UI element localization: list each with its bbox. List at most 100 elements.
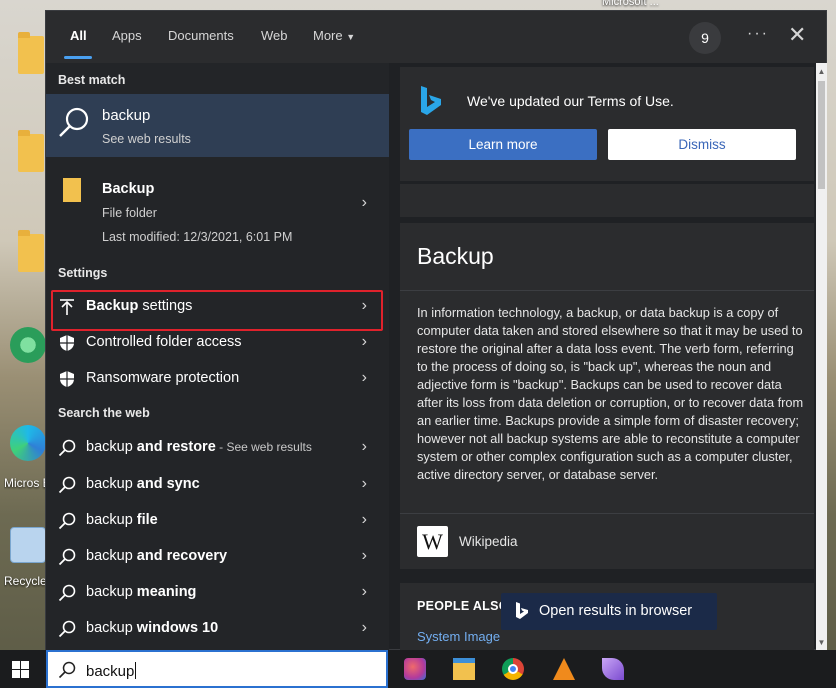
chevron-right-icon[interactable]: ›: [362, 194, 367, 212]
preview-description: In information technology, a backup, or …: [417, 305, 804, 482]
scroll-up-icon[interactable]: ▲: [816, 67, 827, 76]
dismiss-button[interactable]: Dismiss: [608, 129, 796, 160]
chevron-right-icon[interactable]: ›: [362, 619, 367, 637]
chevron-right-icon[interactable]: ›: [362, 511, 367, 529]
windows-start-icon[interactable]: [12, 661, 29, 678]
web-suggestion-item[interactable]: backup windows 10 ›: [46, 611, 389, 647]
chevron-right-icon[interactable]: ›: [362, 583, 367, 601]
preview-divider-strip: [400, 184, 814, 217]
chrome-icon[interactable]: [502, 658, 524, 680]
search-icon: [58, 476, 76, 494]
tab-web[interactable]: Web: [261, 28, 288, 43]
edge-icon[interactable]: [10, 425, 46, 461]
results-list: Best match backup See web results Backup…: [46, 63, 389, 651]
divider: [400, 290, 814, 291]
best-match-item[interactable]: backup See web results: [46, 94, 389, 157]
settings-item-label: Backup settings: [86, 298, 193, 314]
source-link[interactable]: Wikipedia: [459, 534, 518, 549]
terms-notice-text: We've updated our Terms of Use.: [467, 93, 674, 109]
chevron-down-icon: ▼: [346, 32, 356, 42]
desktop-icons: Micros Edge Recycle: [0, 0, 50, 650]
close-icon[interactable]: ✕: [788, 23, 806, 47]
edge-label: Micros Edge: [4, 476, 50, 490]
wikipedia-logo-icon: W: [417, 526, 448, 557]
preview-title: Backup: [417, 243, 494, 269]
settings-item-backup[interactable]: Backup settings ›: [46, 289, 389, 331]
web-suggestion-label: backup meaning: [86, 584, 197, 600]
preview-pane: We've updated our Terms of Use. Learn mo…: [400, 63, 814, 651]
search-input[interactable]: backup: [86, 662, 137, 680]
chevron-right-icon[interactable]: ›: [362, 547, 367, 565]
web-suggestion-item[interactable]: backup file ›: [46, 503, 389, 539]
scroll-down-icon[interactable]: ▼: [816, 638, 827, 647]
chevron-right-icon[interactable]: ›: [362, 333, 367, 351]
desktop-shortcut-label: Microsoft ...: [602, 0, 659, 8]
recycle-bin-icon[interactable]: [10, 527, 46, 563]
scroll-thumb[interactable]: [818, 81, 825, 189]
search-icon: [58, 584, 76, 602]
chrome-center: [508, 664, 518, 674]
tab-all[interactable]: All: [70, 28, 87, 43]
tab-more-label: More: [313, 28, 343, 43]
shield-icon: [60, 335, 74, 351]
preview-scrollbar[interactable]: ▲ ▼: [816, 63, 827, 651]
learn-more-button[interactable]: Learn more: [409, 129, 597, 160]
folder-icon: [63, 178, 81, 202]
tab-apps[interactable]: Apps: [112, 28, 142, 43]
open-results-label: Open results in browser: [539, 603, 693, 619]
bing-icon: [421, 86, 441, 115]
settings-item-controlled-folder-access[interactable]: Controlled folder access ›: [46, 325, 389, 361]
tab-more[interactable]: More ▼: [313, 28, 355, 43]
chevron-right-icon[interactable]: ›: [362, 297, 367, 315]
taskbar-search-box[interactable]: backup: [46, 650, 388, 688]
vlc-icon[interactable]: [553, 658, 575, 680]
search-icon: [58, 661, 76, 679]
web-suggestion-item[interactable]: backup and restore - See web results ›: [46, 430, 389, 466]
tab-documents[interactable]: Documents: [168, 28, 234, 43]
web-suggestion-label: backup and sync: [86, 476, 200, 492]
desktop-folder-icon[interactable]: [18, 32, 44, 74]
desktop-folder-icon[interactable]: [18, 230, 44, 272]
web-suggestion-item[interactable]: backup and recovery ›: [46, 539, 389, 575]
desktop-folder-icon[interactable]: [18, 130, 44, 172]
file-explorer-icon[interactable]: [453, 658, 475, 680]
search-icon: [58, 620, 76, 638]
people-also-heading: PEOPLE ALSO: [417, 599, 509, 613]
best-match-subtitle: See web results: [102, 132, 191, 146]
chevron-right-icon[interactable]: ›: [362, 438, 367, 456]
rewards-badge[interactable]: 9: [689, 22, 721, 54]
folder-result-modified: Last modified: 12/3/2021, 6:01 PM: [102, 230, 293, 244]
web-suggestion-item[interactable]: backup and sync ›: [46, 467, 389, 503]
wikipedia-card: Backup In information technology, a back…: [400, 223, 814, 651]
settings-item-label: Ransomware protection: [86, 370, 240, 386]
paint-3d-icon[interactable]: [404, 658, 426, 680]
settings-heading: Settings: [58, 266, 108, 280]
open-results-in-browser-button[interactable]: Open results in browser: [501, 593, 717, 630]
bing-icon: [516, 602, 528, 619]
more-options-icon[interactable]: ···: [747, 25, 769, 43]
settings-item-ransomware-protection[interactable]: Ransomware protection ›: [46, 361, 389, 397]
web-suggestion-label: backup windows 10: [86, 620, 219, 636]
taskbar: backup: [0, 650, 836, 688]
related-link[interactable]: System Image: [417, 629, 500, 644]
folder-result-type: File folder: [102, 206, 157, 220]
search-tabs-bar: All Apps Documents Web More ▼ 9 ··· ✕: [46, 11, 826, 63]
active-tab-indicator: [64, 56, 92, 59]
chevron-right-icon[interactable]: ›: [362, 369, 367, 387]
best-match-heading: Best match: [58, 73, 126, 87]
web-suggestion-label: backup and restore - See web results: [86, 439, 312, 455]
web-suggestion-label: backup and recovery: [86, 548, 228, 564]
shield-icon: [60, 371, 74, 387]
recycle-bin-label: Recycle: [4, 574, 47, 588]
chevron-right-icon[interactable]: ›: [362, 475, 367, 493]
search-panel: All Apps Documents Web More ▼ 9 ··· ✕ Be…: [45, 10, 827, 651]
search-icon: [58, 512, 76, 530]
best-match-title: backup: [102, 107, 151, 124]
divider: [400, 513, 814, 514]
web-suggestion-item[interactable]: backup meaning ›: [46, 575, 389, 611]
terms-notice-card: We've updated our Terms of Use. Learn mo…: [400, 67, 814, 181]
feather-app-icon[interactable]: [602, 658, 624, 680]
folder-result-item[interactable]: Backup File folder Last modified: 12/3/2…: [46, 164, 389, 252]
atom-app-icon[interactable]: [10, 327, 46, 363]
search-icon: [59, 107, 89, 137]
